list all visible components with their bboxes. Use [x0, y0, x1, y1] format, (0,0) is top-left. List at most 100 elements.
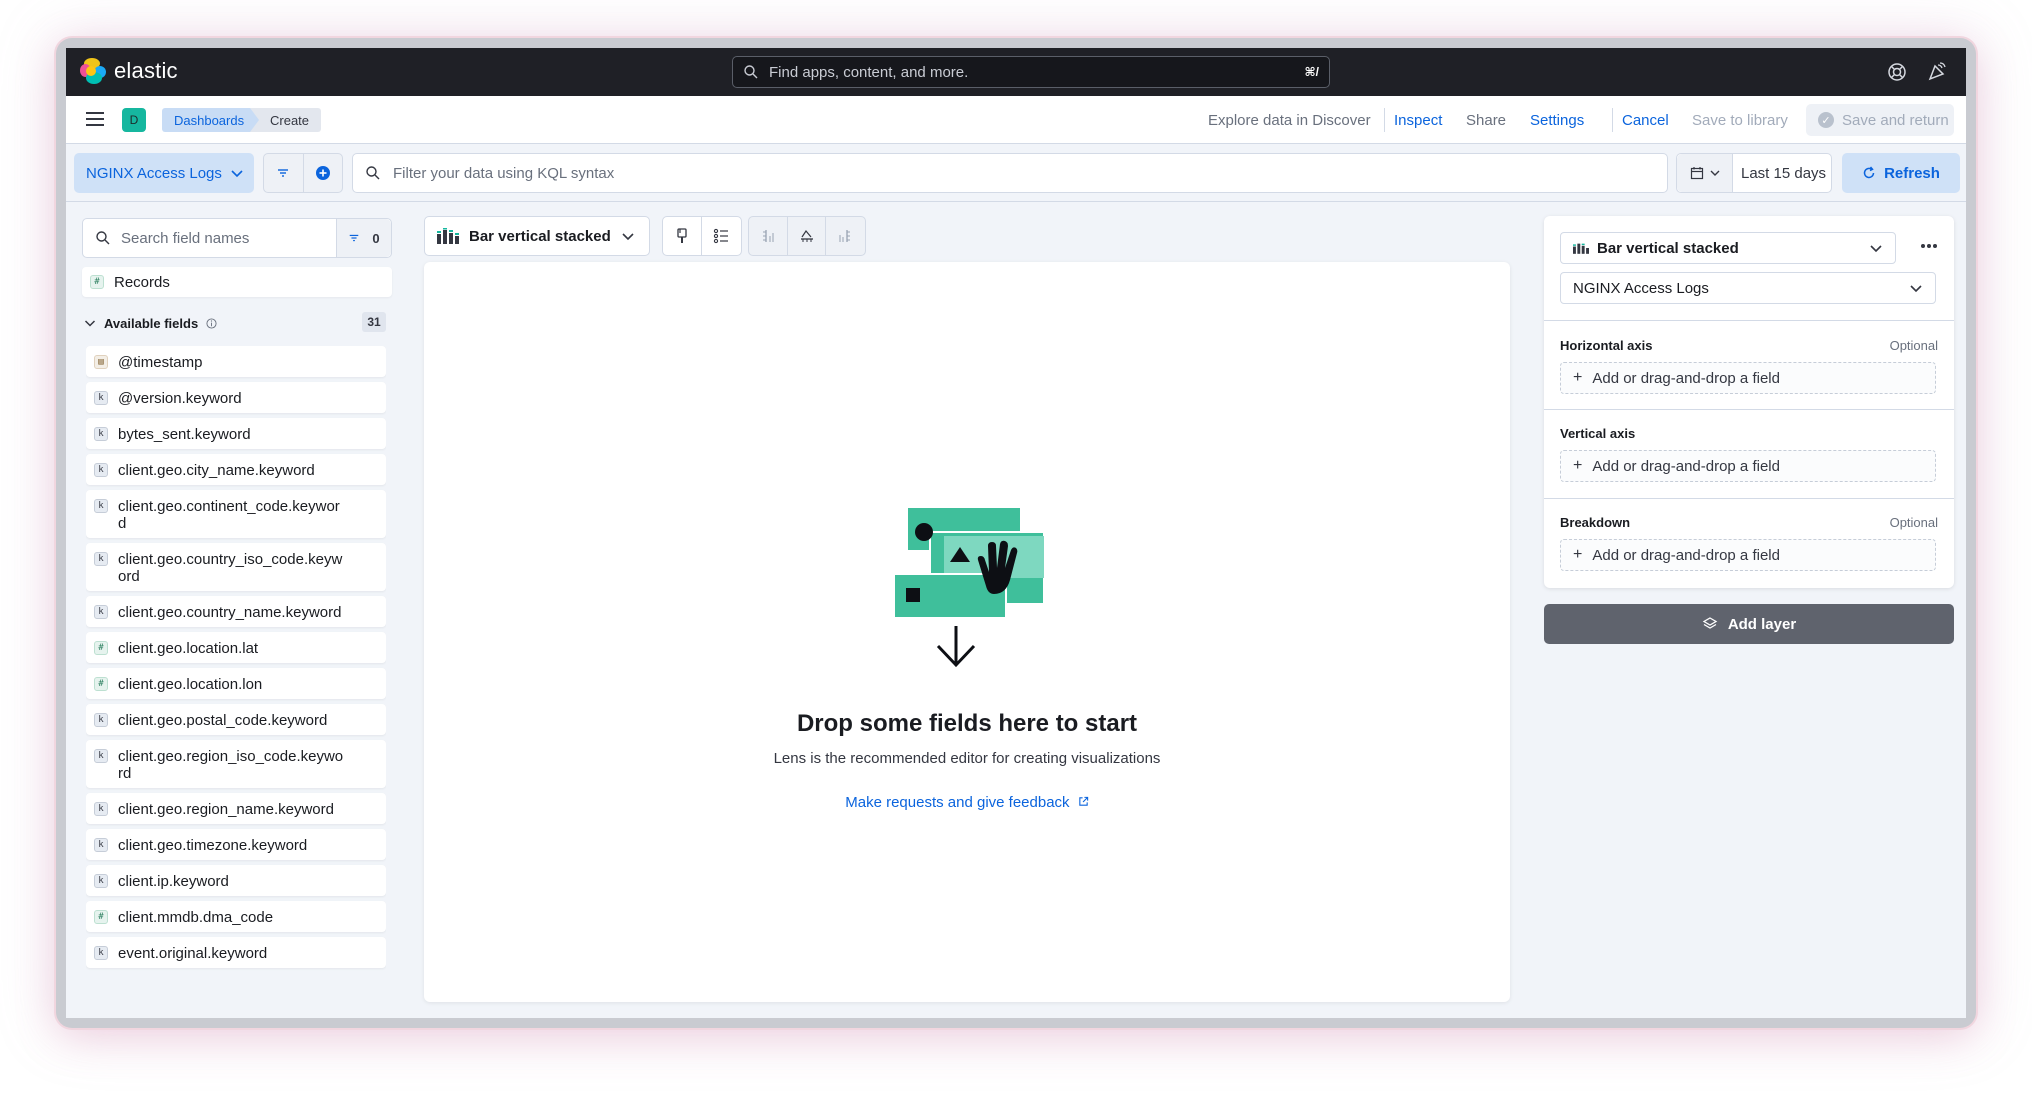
number-type-icon: # [94, 910, 108, 924]
field-list-item[interactable]: k client.geo.continent_code.keyword [86, 490, 386, 538]
help-icon[interactable] [1886, 61, 1908, 83]
explore-discover-link[interactable]: Explore data in Discover [1208, 112, 1371, 129]
field-name: @version.keyword [118, 390, 242, 407]
filter-menu-button[interactable] [264, 154, 303, 192]
search-icon [744, 65, 758, 79]
refresh-icon [1863, 166, 1875, 179]
layer-actions-icon[interactable] [1914, 236, 1944, 256]
field-list-item[interactable]: # client.geo.location.lon [86, 668, 386, 699]
chart-type-switcher[interactable]: Bar vertical stacked [424, 216, 650, 256]
field-name: client.geo.location.lon [118, 676, 263, 693]
visual-options-button[interactable] [663, 217, 701, 255]
records-label: Records [114, 273, 170, 291]
empty-state-title: Drop some fields here to start [796, 710, 1138, 737]
section-divider [1544, 320, 1954, 321]
elastic-logo[interactable]: elastic [80, 58, 178, 84]
horizontal-axis-label: Horizontal axis [1560, 338, 1653, 353]
date-range-label: Last 15 days [1741, 164, 1827, 182]
plus-icon: + [1573, 369, 1583, 386]
inspect-link[interactable]: Inspect [1394, 112, 1442, 129]
field-type-filter-button[interactable]: 0 [336, 219, 391, 257]
field-list-item[interactable]: k client.ip.keyword [86, 865, 386, 896]
legend-icon [713, 228, 728, 244]
field-list-item[interactable]: k client.geo.country_name.keyword [86, 596, 386, 627]
date-picker[interactable]: Last 15 days [1676, 153, 1832, 193]
field-list-item[interactable]: k event.original.keyword [86, 937, 386, 968]
field-list-item[interactable]: k @version.keyword [86, 382, 386, 413]
number-type-icon: # [94, 641, 108, 655]
right-axis-button[interactable] [825, 217, 863, 255]
field-list-item[interactable]: k client.geo.region_name.keyword [86, 793, 386, 824]
visualization-canvas[interactable]: Drop some fields here to start Lens is t… [424, 262, 1510, 1002]
newsfeed-icon[interactable] [1926, 61, 1948, 83]
vertical-axis-dropzone[interactable]: + Add or drag-and-drop a field [1560, 450, 1936, 482]
field-name: client.ip.keyword [118, 873, 229, 890]
records-field[interactable]: # Records [82, 267, 392, 297]
save-to-library-link[interactable]: Save to library [1692, 112, 1788, 129]
add-layer-button[interactable]: Add layer [1544, 604, 1954, 644]
menu-icon[interactable] [86, 112, 104, 126]
elastic-logo-icon [80, 58, 106, 84]
save-and-return-label: Save and return [1842, 111, 1949, 129]
save-and-return-button[interactable]: ✓ Save and return [1806, 104, 1954, 136]
field-list-item[interactable]: k bytes_sent.keyword [86, 418, 386, 449]
search-shortcut: ⌘/ [1304, 65, 1319, 79]
external-link-icon [1079, 796, 1088, 806]
field-list-item[interactable]: k client.geo.postal_code.keyword [86, 704, 386, 735]
axis-bottom-icon [800, 229, 813, 242]
field-list-item[interactable]: k client.geo.timezone.keyword [86, 829, 386, 860]
style-toolbar [662, 216, 742, 256]
horizontal-axis-optional: Optional [1889, 338, 1938, 353]
number-type-icon: # [94, 677, 108, 691]
section-divider [1544, 409, 1954, 410]
layer-chart-type-label: Bar vertical stacked [1597, 239, 1739, 257]
date-type-icon: ▤ [94, 355, 108, 369]
field-name: bytes_sent.keyword [118, 426, 251, 443]
plus-icon: + [1573, 546, 1583, 563]
filter-controls [263, 153, 343, 193]
legend-options-button[interactable] [701, 217, 739, 255]
keyword-type-icon: k [94, 427, 108, 441]
quick-select-button[interactable] [1677, 154, 1733, 192]
horizontal-axis-dropzone[interactable]: + Add or drag-and-drop a field [1560, 362, 1936, 394]
global-search-input[interactable]: Find apps, content, and more. ⌘/ [732, 56, 1330, 88]
breakdown-dropzone[interactable]: + Add or drag-and-drop a field [1560, 539, 1936, 571]
chevron-down-icon [622, 233, 634, 241]
field-list-item[interactable]: k client.geo.country_iso_code.keyword [86, 543, 386, 591]
layer-data-view-select[interactable]: NGINX Access Logs [1560, 272, 1936, 304]
add-filter-button[interactable] [302, 154, 343, 192]
field-name: client.geo.country_iso_code.keyword [118, 551, 343, 585]
field-list-item[interactable]: ▤ @timestamp [86, 346, 386, 377]
app-window: elastic Find apps, content, and more. ⌘/… [66, 48, 1966, 1018]
space-avatar[interactable]: D [122, 108, 146, 132]
field-list-item[interactable]: k client.geo.city_name.keyword [86, 454, 386, 485]
keyword-type-icon: k [94, 499, 108, 513]
field-name: client.geo.continent_code.keyword [118, 498, 340, 532]
layer-chart-type-select[interactable]: Bar vertical stacked [1560, 232, 1896, 264]
cancel-link[interactable]: Cancel [1622, 112, 1669, 129]
kql-query-input[interactable]: Filter your data using KQL syntax [352, 153, 1668, 193]
settings-link[interactable]: Settings [1530, 112, 1584, 129]
feedback-link[interactable]: Make requests and give feedback [424, 794, 1510, 811]
chevron-down-icon [1870, 245, 1882, 253]
breadcrumb-create: Create [250, 108, 322, 132]
global-header: elastic Find apps, content, and more. ⌘/ [66, 48, 1966, 96]
left-axis-button[interactable] [749, 217, 787, 255]
bottom-axis-button[interactable] [787, 217, 825, 255]
number-type-icon: # [90, 275, 104, 289]
available-fields-label: Available fields [104, 315, 199, 331]
share-link[interactable]: Share [1466, 112, 1506, 129]
data-view-label: NGINX Access Logs [86, 164, 222, 182]
field-list-item[interactable]: k client.geo.region_iso_code.keyword [86, 740, 386, 788]
field-list-item[interactable]: # client.mmdb.dma_code [86, 901, 386, 932]
horizontal-axis-placeholder: Add or drag-and-drop a field [1592, 369, 1780, 387]
field-list-item[interactable]: # client.geo.location.lat [86, 632, 386, 663]
axis-left-icon [763, 230, 774, 242]
drop-illustration [893, 508, 1044, 668]
info-icon[interactable] [206, 317, 217, 329]
refresh-button[interactable]: Refresh [1842, 153, 1960, 193]
available-fields-toggle[interactable]: Available fields [84, 312, 394, 334]
brush-icon [677, 228, 687, 243]
breadcrumb-dashboards[interactable]: Dashboards [162, 108, 264, 132]
data-view-picker[interactable]: NGINX Access Logs [74, 153, 254, 193]
